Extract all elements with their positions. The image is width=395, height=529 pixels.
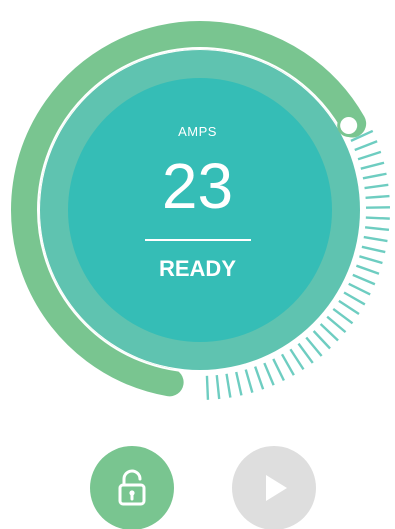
dial-tick (289, 348, 305, 371)
dial-tick (319, 323, 339, 342)
dial-knob[interactable] (337, 114, 361, 138)
unlock-icon (118, 469, 146, 506)
dial-tick (244, 369, 254, 393)
amperage-dial[interactable] (0, 0, 395, 420)
dial-tick (343, 291, 366, 306)
lock-button[interactable] (90, 446, 174, 529)
dial-tick (215, 375, 221, 400)
dial-tick (364, 183, 389, 190)
dial-tick (235, 371, 243, 396)
dial-tick (365, 194, 390, 200)
dial-tick (312, 330, 331, 350)
dial-tick (280, 353, 295, 376)
dial-tick (361, 245, 386, 254)
dial-tick (205, 375, 210, 400)
dial-tick (272, 358, 285, 382)
dial-tick (359, 255, 383, 265)
dial-tick (348, 282, 371, 296)
dial-tick (365, 216, 390, 220)
dial-tick (364, 226, 390, 232)
dial-tick (332, 308, 354, 325)
dial-tick (363, 235, 388, 243)
dial-tick (355, 264, 380, 275)
dial-tick (362, 172, 387, 180)
dial-tick (263, 362, 275, 386)
dial-tick (305, 336, 323, 357)
ev-charger-panel: AMPS 23 READY (0, 0, 395, 529)
play-icon (266, 475, 287, 501)
dial-tick (254, 366, 265, 390)
play-button[interactable] (232, 446, 316, 529)
dial-tick (338, 299, 360, 316)
dial-tick (297, 342, 314, 364)
dial-tick (360, 161, 385, 170)
dial-tick (225, 373, 232, 398)
dial-tick (357, 150, 382, 161)
inner-disc (68, 78, 332, 342)
dial-tick (354, 140, 378, 152)
dial-tick (352, 273, 376, 286)
dial-tick (326, 315, 347, 334)
